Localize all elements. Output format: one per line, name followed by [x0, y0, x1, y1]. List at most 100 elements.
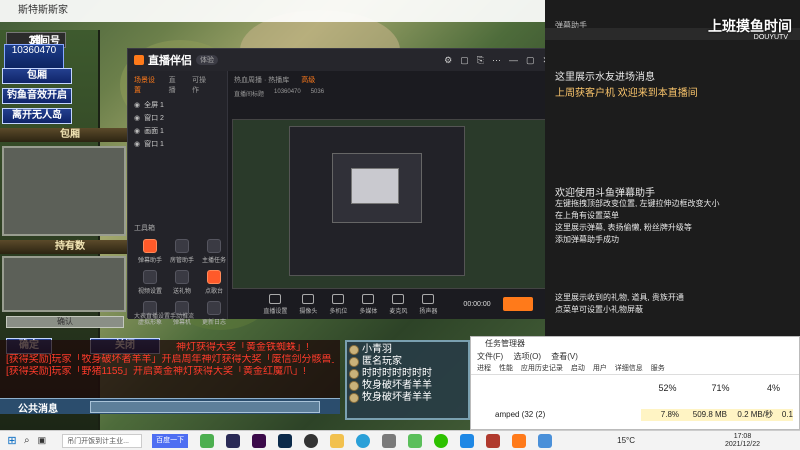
tab-live[interactable]: 直播: [169, 75, 180, 95]
mic-button[interactable]: 麦克风: [389, 293, 407, 315]
preview-nested-window-3: [351, 168, 399, 204]
room-section-title: 包厢: [0, 128, 140, 142]
process-network: 0.1: [773, 409, 793, 421]
qq-icon[interactable]: [304, 433, 319, 448]
tab-users[interactable]: 用户: [593, 365, 607, 372]
confirm-bar: 确认: [6, 316, 124, 328]
task-manager-window: 任务管理器 文件(F) 选项(O) 查看(V) 进程 性能 应用历史记录 启动 …: [470, 336, 800, 430]
disk-stat: 4%: [766, 383, 780, 393]
photoshop-icon[interactable]: [226, 433, 241, 448]
tab-processes[interactable]: 进程: [477, 365, 491, 372]
process-memory: 509.8 MB: [679, 409, 727, 421]
app-logo-icon: [134, 55, 144, 65]
system-chat: 神灯获得大奖「黄金铁蜘蛛」! [获得奖励]玩家「牧身破坏者羊羊」开启周年神灯获得…: [0, 340, 340, 398]
player-avatar: [349, 381, 359, 391]
tab-scene[interactable]: 场景设置: [134, 75, 157, 95]
danmu-line: 这里展示水友进场消息: [555, 72, 655, 83]
tool-tasks[interactable]: 主播任务: [198, 239, 230, 264]
taskmgr-icon[interactable]: [538, 433, 553, 448]
tab-startup[interactable]: 启动: [571, 365, 585, 372]
eye-icon[interactable]: ◉: [134, 125, 140, 138]
eye-icon[interactable]: ◉: [134, 138, 140, 151]
upload-icon[interactable]: [408, 433, 423, 448]
multicam-icon: [332, 293, 345, 304]
memory-stat: 71%: [711, 383, 730, 393]
media-button[interactable]: 多媒体: [359, 293, 377, 315]
store-icon[interactable]: [382, 433, 397, 448]
eye-icon[interactable]: ◉: [134, 99, 140, 112]
app-logo: 直播伴侣: [148, 55, 192, 67]
public-message-input[interactable]: [90, 401, 320, 413]
player-row[interactable]: 牧身破坏者羊羊: [349, 380, 466, 392]
douyu-icon[interactable]: [512, 433, 527, 448]
player-row[interactable]: 时时时时时时时: [349, 368, 466, 380]
process-row[interactable]: amped (32 (2) 7.8% 509.8 MB 0.2 MB/秒 0.1: [471, 409, 800, 421]
player-row[interactable]: 小青羽: [349, 344, 466, 356]
room-button[interactable]: 包厢: [2, 68, 72, 84]
eye-icon[interactable]: ◉: [134, 112, 140, 125]
browser-icon[interactable]: [200, 433, 215, 448]
toolbox-label: 工具箱: [134, 225, 155, 232]
tab-services[interactable]: 服务: [651, 365, 665, 372]
tab-scene-name[interactable]: 热血周播 · 热播库: [234, 75, 289, 85]
chat-line: [获得奖励]玩家「牧身破坏者羊羊」开启周年神灯获得大奖「废信剑分骸兽」!: [6, 354, 334, 365]
search-icon[interactable]: ⌕: [24, 435, 30, 446]
wechat-icon[interactable]: [434, 433, 449, 448]
taskbar-clock[interactable]: 17:08 2021/12/22: [725, 433, 760, 449]
danmu-line: 上周获客户机 欢迎来到本直播间: [555, 88, 698, 99]
room-number: 10360470: [11, 45, 57, 56]
search-input[interactable]: 吊门开饭到计主业...: [62, 433, 143, 448]
player-row[interactable]: 匿名玩家: [349, 356, 466, 368]
fishing-sound-button[interactable]: 钓鱼音效开启: [2, 88, 72, 104]
preview-canvas[interactable]: [232, 119, 564, 289]
windows-start-icon[interactable]: ⊞: [0, 434, 24, 447]
camera-button[interactable]: 摄像头: [299, 293, 317, 315]
danmu-line: 在上角有设置菜单: [555, 211, 619, 220]
stream-title[interactable]: 直播间标题: [234, 89, 264, 98]
baidu-search-button[interactable]: 百度一下: [152, 433, 189, 448]
hold-section-title: 持有数: [0, 240, 140, 254]
task-view-icon[interactable]: ▣: [38, 435, 47, 446]
tool-danmu[interactable]: 弹幕助手: [134, 239, 166, 264]
tab-performance[interactable]: 性能: [499, 365, 513, 372]
douyu-companion-window: 直播伴侣 体验 ⚙▢⎘⋯—▢✕ 场景设置 直播 可操作 ◉ 全屏 1 ◉ 窗口 2 …: [127, 48, 565, 326]
leave-island-button[interactable]: 离开无人岛: [2, 108, 72, 124]
scene-item[interactable]: ◉ 全屏 1: [128, 99, 227, 112]
viewer-count: 5036: [310, 89, 325, 95]
danmu-line: 欢迎使用斗鱼弹幕助手: [555, 188, 655, 199]
start-live-button[interactable]: [502, 297, 533, 311]
tab-app-history[interactable]: 应用历史记录: [521, 365, 563, 372]
watermark-sub: DOUYUTV: [753, 34, 788, 41]
scene-item[interactable]: ◉ 窗口 2: [128, 112, 227, 125]
premiere-icon[interactable]: [252, 433, 267, 448]
danmu-line: 点菜单可设置小礼物屏蔽: [555, 305, 643, 314]
public-message-bar: 公共消息: [0, 398, 340, 415]
player-avatar: [349, 345, 359, 355]
menu-options[interactable]: 选项(O): [513, 352, 541, 361]
tool-room-admin[interactable]: 房管助手: [166, 239, 198, 264]
tool-gift[interactable]: 送礼物: [166, 270, 198, 295]
menu-file[interactable]: 文件(F): [477, 352, 503, 361]
tab-operate[interactable]: 可操作: [192, 75, 209, 95]
tool-song[interactable]: 点歌台: [198, 270, 230, 295]
cpu-stat: 52%: [658, 383, 677, 393]
danmu-line: 添加弹幕助手成功: [555, 235, 619, 244]
tab-details[interactable]: 详细信息: [615, 365, 643, 372]
tab-advanced[interactable]: 高级: [301, 75, 315, 85]
player-avatar: [349, 357, 359, 367]
player-row[interactable]: 牧身破坏者羊羊: [349, 392, 466, 404]
scene-item[interactable]: ◉ 画面 1: [128, 125, 227, 138]
multi-camera-button[interactable]: 多机位: [329, 293, 347, 315]
speaker-button[interactable]: 扬声器: [419, 293, 437, 315]
app-left-sidebar: 场景设置 直播 可操作 ◉ 全屏 1 ◉ 窗口 2 ◉ 画面 1 ◉ 窗口 1 工具箱 …: [128, 71, 230, 326]
menu-view[interactable]: 查看(V): [551, 352, 578, 361]
folder-icon[interactable]: [330, 433, 345, 448]
chat-line: 神灯获得大奖「黄金铁蜘蛛」!: [176, 342, 309, 353]
blue-app-icon[interactable]: [460, 433, 475, 448]
tool-video[interactable]: 视频设置: [134, 270, 166, 295]
scene-item[interactable]: ◉ 窗口 1: [128, 138, 227, 151]
ps-icon[interactable]: [278, 433, 293, 448]
live-settings-button[interactable]: 直播设置: [263, 293, 287, 315]
game-icon[interactable]: [486, 433, 501, 448]
edge-icon[interactable]: [356, 433, 371, 448]
